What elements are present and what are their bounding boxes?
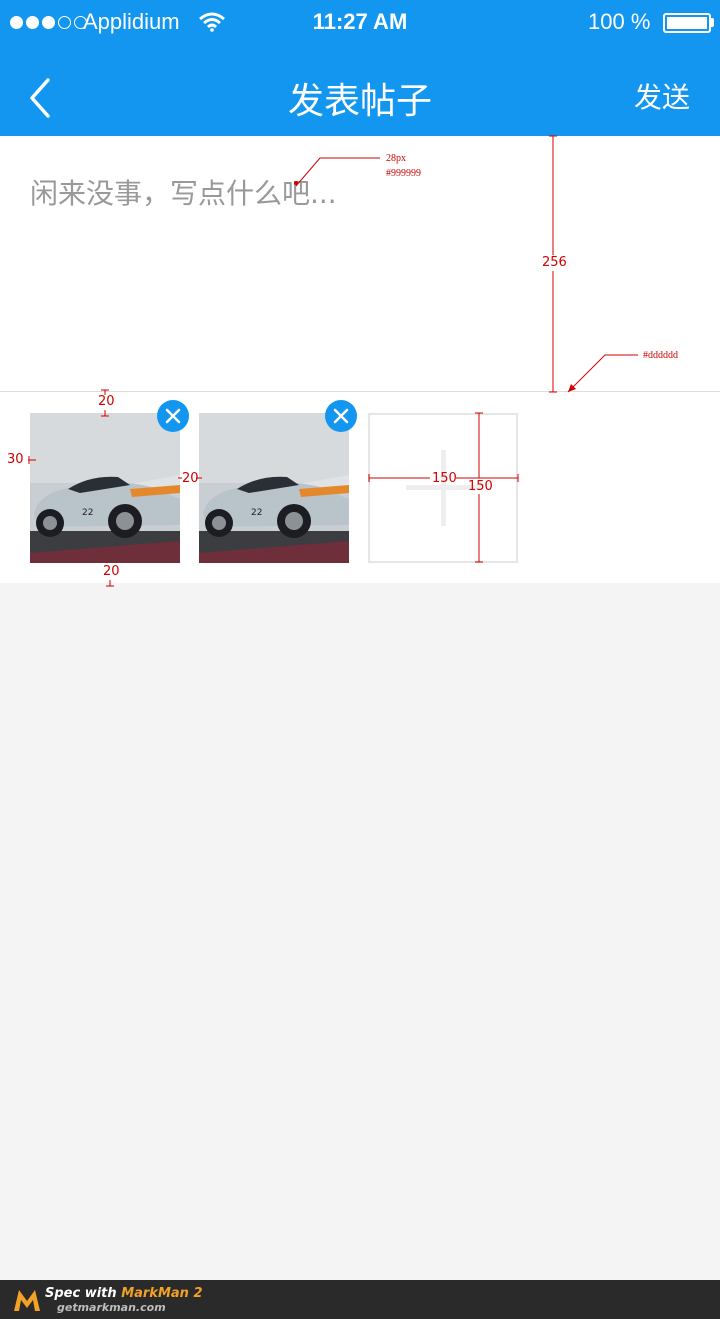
plus-icon: [406, 450, 480, 526]
add-photo-button[interactable]: [368, 413, 518, 563]
battery-tip: [711, 18, 714, 27]
post-text-input[interactable]: [0, 136, 720, 392]
page-title: 发表帖子: [287, 81, 432, 122]
compose-card: 22 22: [0, 136, 720, 583]
markman-site: getmarkman.com: [57, 1301, 166, 1314]
annotation-font-size: 28px: [386, 153, 406, 164]
remove-photo-button[interactable]: [157, 400, 189, 432]
markman-logo-icon: [14, 1290, 40, 1311]
top-bar: Applidium 11:27 AM 100 % 发表帖子 发送: [0, 0, 720, 136]
annotation-font-color: #999999: [386, 168, 421, 179]
annotation-left-margin: 30: [7, 452, 24, 467]
race-car-image: 22: [199, 413, 349, 563]
svg-text:22: 22: [251, 508, 262, 518]
annotation-tile-width: 150: [432, 471, 457, 486]
annotation-thumb-spacing: 20: [182, 471, 199, 486]
annotation-area-height: 256: [542, 255, 567, 270]
photo-thumbnail[interactable]: 22: [199, 413, 349, 563]
markman-footer: Spec with MarkMan 2 getmarkman.com: [0, 1280, 720, 1319]
annotation-tile-height: 150: [468, 479, 493, 494]
status-bar: Applidium 11:27 AM 100 %: [0, 0, 720, 46]
svg-text:22: 22: [82, 508, 93, 518]
send-button[interactable]: 发送: [634, 76, 690, 116]
battery-icon: [663, 13, 711, 33]
annotation-divider-color: #dddddd: [643, 350, 678, 361]
annotation-bottom-gap: 20: [103, 564, 120, 579]
remove-photo-button[interactable]: [325, 400, 357, 432]
close-icon: [333, 408, 349, 424]
close-icon: [165, 408, 181, 424]
race-car-image: 22: [30, 413, 180, 563]
battery-percent: 100 %: [588, 9, 651, 34]
annotation-top-gap: 20: [98, 394, 115, 409]
spec-with-text: Spec with MarkMan 2: [45, 1286, 203, 1301]
photo-thumbnail[interactable]: 22: [30, 413, 180, 563]
